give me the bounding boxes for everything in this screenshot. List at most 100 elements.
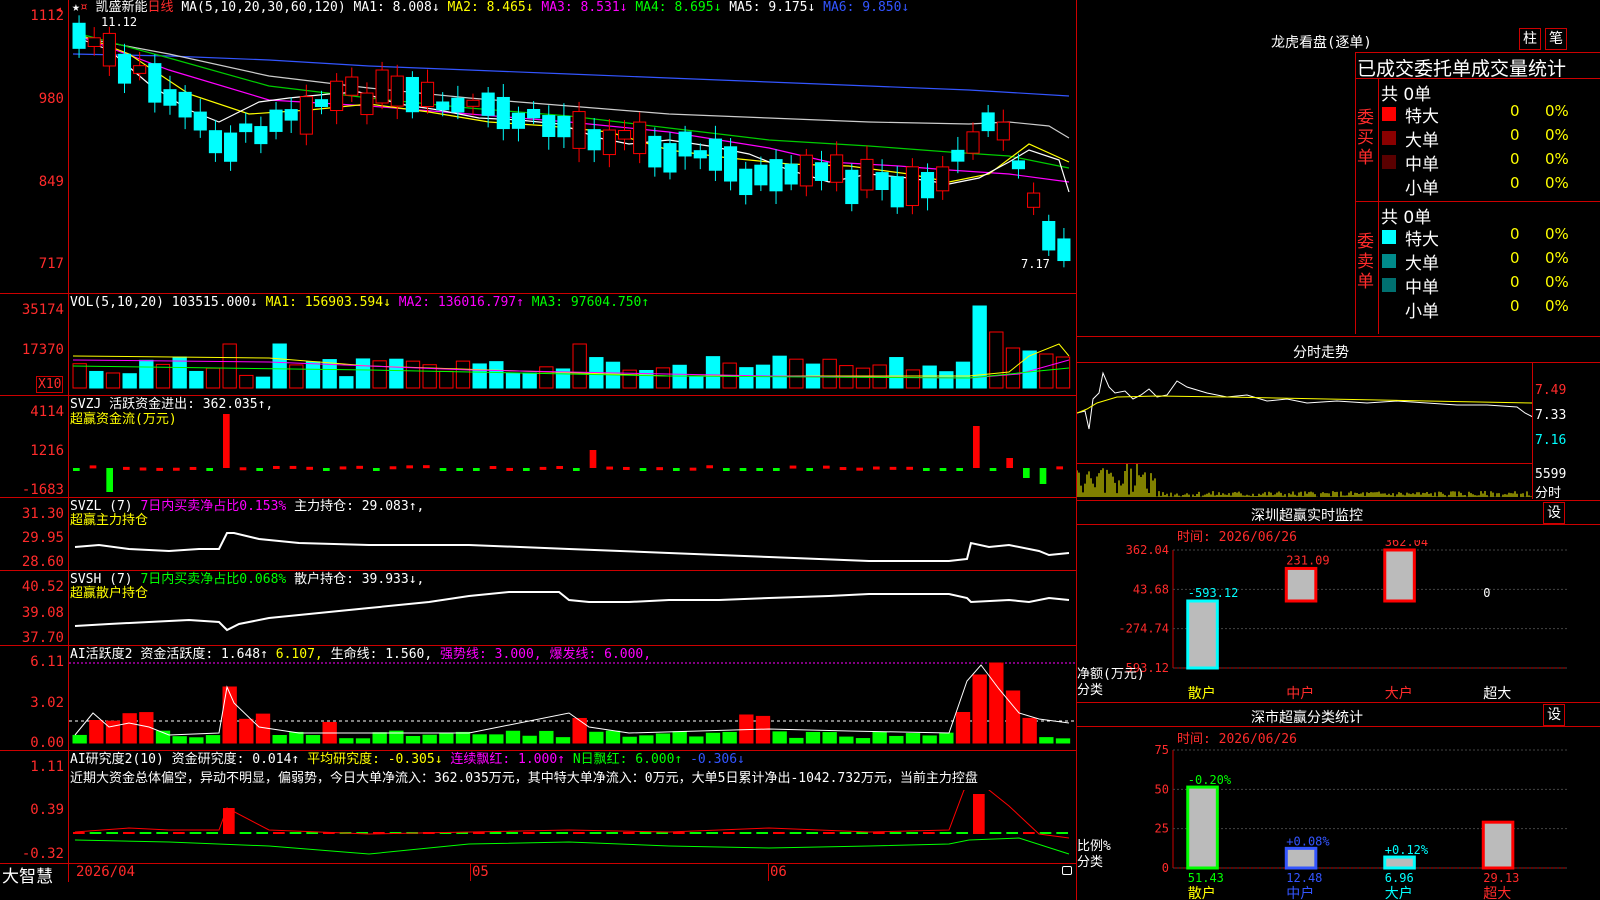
candle	[875, 172, 889, 191]
svzj-chart[interactable]	[69, 398, 1075, 496]
intraday-y3: 7.16	[1535, 433, 1567, 448]
bar-超大	[1481, 820, 1515, 870]
volume-chart[interactable]	[69, 296, 1075, 394]
order-color-swatch	[1382, 302, 1396, 316]
order-qty: 0	[1510, 249, 1520, 267]
bar-value-label: 29.13	[1483, 871, 1519, 885]
candle	[663, 143, 677, 173]
star-icon[interactable]: ★	[72, 0, 80, 15]
candle	[557, 115, 571, 138]
volume-bar	[655, 367, 671, 389]
intraday-chart[interactable]	[1077, 363, 1533, 499]
flow-bar	[506, 467, 513, 471]
air-green-line	[74, 837, 1070, 855]
flow-bar	[339, 466, 347, 470]
sz-monitor-settings-button[interactable]: 设	[1543, 502, 1565, 524]
svzj-y-3: -1683	[21, 482, 64, 498]
price-chart[interactable]: 11.12 7.17	[69, 14, 1075, 292]
order-name: 中单	[1405, 278, 1439, 298]
lock-icon[interactable]	[1062, 866, 1072, 875]
flow-bar	[923, 468, 930, 471]
air-chart[interactable]	[69, 790, 1075, 862]
air-streak: 连续飘红: 1.000↑	[450, 752, 565, 767]
category-label: 中户	[1286, 885, 1314, 900]
intraday-price-line	[1077, 371, 1533, 430]
flow-bar	[423, 465, 430, 469]
bar-大户	[1383, 548, 1416, 603]
volume-bar	[405, 360, 421, 389]
research-bar	[1056, 832, 1068, 834]
svzl-line	[74, 532, 1070, 562]
flow-bar	[839, 467, 847, 471]
research-bar	[839, 832, 852, 834]
candle	[754, 164, 768, 186]
activity-bar	[472, 734, 487, 744]
order-color-swatch	[1382, 179, 1396, 193]
candle	[330, 80, 344, 112]
volume-bar	[1005, 347, 1021, 389]
candle	[466, 99, 480, 107]
candle	[587, 129, 601, 151]
flow-bar	[673, 468, 680, 471]
order-qty: 0	[1510, 174, 1520, 192]
order-color-swatch	[1382, 278, 1396, 292]
candle	[193, 111, 207, 131]
activity-bar	[805, 731, 821, 744]
order-name: 小单	[1405, 179, 1439, 199]
high-price-label: 11.12	[101, 15, 137, 29]
volume-bar	[222, 343, 237, 389]
main-y-2: 980	[38, 91, 64, 107]
activity-bar	[639, 735, 654, 744]
intraday-title: 分时走势	[1293, 345, 1349, 361]
activity-bar	[239, 718, 254, 744]
period-label[interactable]: 日线	[148, 0, 174, 15]
activity-bar	[789, 737, 804, 744]
candle	[163, 89, 177, 106]
research-bar	[973, 794, 985, 834]
svzl-chart[interactable]	[69, 499, 1075, 569]
sz-monitor-chart[interactable]: 362.0443.68-274.74-593.12净额(万元)分类-593.12…	[1077, 540, 1600, 700]
order-name: 特大	[1405, 230, 1439, 250]
activity-bar	[89, 720, 104, 744]
candle	[345, 76, 359, 96]
lhb-tab-bar[interactable]: 柱	[1519, 28, 1541, 50]
order-pct: 0%	[1545, 174, 1569, 192]
chart-area[interactable]: ★¤ 凯盛新能日线 MA(5,10,20,30,60,120) MA1: 8.0…	[0, 0, 1077, 900]
flag-icon[interactable]: ¤	[80, 0, 88, 15]
ma5-label: MA5: 9.175↓	[729, 0, 816, 15]
main-header: ★¤ 凯盛新能日线 MA(5,10,20,30,60,120) MA1: 8.0…	[72, 0, 909, 15]
ma1-line	[72, 35, 1070, 193]
buy-order-label: 委买单	[1357, 108, 1374, 168]
research-bar	[189, 832, 202, 834]
candle	[420, 81, 435, 108]
flow-bar	[273, 465, 280, 469]
order-qty: 0	[1510, 225, 1520, 243]
ai2-chart[interactable]	[69, 647, 1075, 749]
candle	[648, 135, 662, 168]
flow-bar	[889, 466, 897, 470]
activity-bar	[822, 732, 837, 744]
flow-bar	[956, 468, 963, 471]
flow-bar	[706, 465, 713, 469]
candle	[481, 92, 495, 116]
y-tick-label: 50	[1155, 782, 1169, 796]
flow-bar	[1006, 458, 1013, 468]
activity-bar	[305, 735, 321, 744]
volume-bar	[939, 371, 954, 389]
svsh-chart[interactable]	[69, 572, 1075, 644]
sz-class-settings-button[interactable]: 设	[1543, 704, 1565, 726]
ai2-y-2: 3.02	[30, 695, 64, 711]
order-name: 大单	[1405, 254, 1439, 274]
activity-bar	[955, 711, 971, 744]
lhb-tab-tick[interactable]: 笔	[1545, 28, 1567, 50]
research-bar	[156, 832, 168, 834]
volume-bar	[905, 369, 921, 389]
flow-bar	[789, 465, 797, 469]
candle	[102, 32, 116, 67]
activity-bar	[72, 734, 87, 744]
flow-bar	[323, 468, 330, 471]
candle	[602, 129, 616, 156]
y-tick-label: 362.04	[1126, 543, 1169, 557]
sz-class-chart[interactable]: 75 50 25 0 比例%分类 51.43 -0.20% 散户 12.48 +0.08% 中户 6.…	[1077, 740, 1600, 900]
order-name: 大单	[1405, 131, 1439, 151]
